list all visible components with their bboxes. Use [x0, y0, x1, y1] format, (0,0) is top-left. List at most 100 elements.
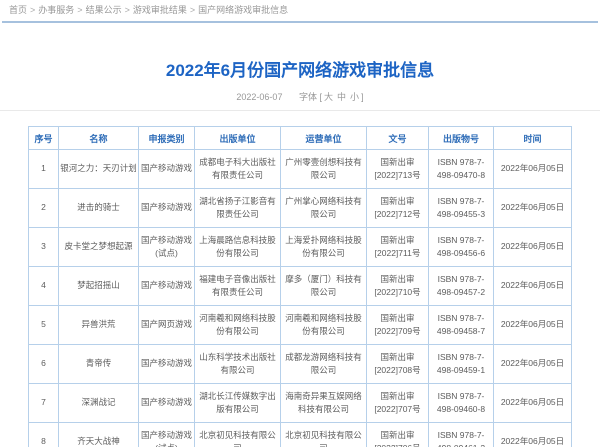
table-cell: 2022年06月05日 — [494, 306, 572, 345]
table-cell: 4 — [29, 267, 59, 306]
table-row: 5异兽洪荒国产网页游戏河南羲和网络科技股份有限公司河南羲和网络科技股份有限公司国… — [29, 306, 572, 345]
table-cell: 国新出审[2022]713号 — [367, 150, 429, 189]
table-cell: 国新出审[2022]706号 — [367, 423, 429, 447]
table-cell: 2022年06月05日 — [494, 228, 572, 267]
column-header: 名称 — [59, 127, 139, 150]
table-cell: 青帝传 — [59, 345, 139, 384]
table-cell: 湖北省扬子江影音有限责任公司 — [195, 189, 281, 228]
table-cell: ISBN 978-7-498-09456-6 — [429, 228, 494, 267]
table-row: 4梦起招摇山国产移动游戏福建电子音像出版社有限责任公司摩多（厦门）科技有限公司国… — [29, 267, 572, 306]
breadcrumb-divider-line — [2, 21, 598, 23]
font-size-label: 字体 — [299, 92, 317, 102]
table-cell: 国新出审[2022]712号 — [367, 189, 429, 228]
table-cell: 湖北长江传媒数字出版有限公司 — [195, 384, 281, 423]
column-header: 申报类别 — [139, 127, 195, 150]
table-cell: ISBN 978-7-498-09457-2 — [429, 267, 494, 306]
approval-table: 序号名称申报类别出版单位运营单位文号出版物号时间 1银河之力：天刃计划国产移动游… — [28, 126, 572, 447]
table-cell: 国新出审[2022]708号 — [367, 345, 429, 384]
font-size-option[interactable]: 大 — [324, 92, 333, 102]
font-size-links: 大中小 — [322, 92, 361, 102]
table-cell: 河南羲和网络科技股份有限公司 — [195, 306, 281, 345]
column-header: 出版物号 — [429, 127, 494, 150]
table-row: 8齐天大战神国产移动游戏(试点)北京初见科技有限公司北京初见科技有限公司国新出审… — [29, 423, 572, 447]
table-cell: 成都龙游网络科技有限公司 — [281, 345, 367, 384]
content-divider-line — [0, 110, 600, 111]
table-cell: 7 — [29, 384, 59, 423]
table-header-row: 序号名称申报类别出版单位运营单位文号出版物号时间 — [29, 127, 572, 150]
table-cell: 国产网页游戏 — [139, 306, 195, 345]
breadcrumb-item[interactable]: 办事服务 — [38, 5, 74, 15]
column-header: 时间 — [494, 127, 572, 150]
table-cell: 国新出审[2022]711号 — [367, 228, 429, 267]
table-cell: 2 — [29, 189, 59, 228]
font-size-switcher: 字体 [大中小] — [299, 92, 364, 102]
table-row: 1银河之力：天刃计划国产移动游戏成都电子科大出版社有限责任公司广州零壹创想科技有… — [29, 150, 572, 189]
column-header: 序号 — [29, 127, 59, 150]
column-header: 文号 — [367, 127, 429, 150]
table-cell: 3 — [29, 228, 59, 267]
table-row: 7深渊战记国产移动游戏湖北长江传媒数字出版有限公司海南奇异果互娱网络科技有限公司… — [29, 384, 572, 423]
table-body: 1银河之力：天刃计划国产移动游戏成都电子科大出版社有限责任公司广州零壹创想科技有… — [29, 150, 572, 447]
table-cell: 2022年06月05日 — [494, 267, 572, 306]
table-cell: 成都电子科大出版社有限责任公司 — [195, 150, 281, 189]
table-row: 3皮卡堂之梦想起源国产移动游戏(试点)上海晨路信息科技股份有限公司上海爱扑网络科… — [29, 228, 572, 267]
table-cell: 8 — [29, 423, 59, 447]
table-cell: 国新出审[2022]709号 — [367, 306, 429, 345]
column-header: 运营单位 — [281, 127, 367, 150]
table-cell: ISBN 978-7-498-09470-8 — [429, 150, 494, 189]
table-cell: 齐天大战神 — [59, 423, 139, 447]
table-cell: 深渊战记 — [59, 384, 139, 423]
table-cell: 广州掌心网络科技有限公司 — [281, 189, 367, 228]
table-cell: 国产移动游戏 — [139, 150, 195, 189]
font-size-bracket-close: ] — [361, 92, 364, 102]
table-cell: ISBN 978-7-498-09459-1 — [429, 345, 494, 384]
table-cell: ISBN 978-7-498-09461-2 — [429, 423, 494, 447]
table-cell: 北京初见科技有限公司 — [195, 423, 281, 447]
table-cell: 5 — [29, 306, 59, 345]
table-cell: 银河之力：天刃计划 — [59, 150, 139, 189]
table-cell: 国产移动游戏 — [139, 189, 195, 228]
table-cell: 海南奇异果互娱网络科技有限公司 — [281, 384, 367, 423]
table-cell: 国新出审[2022]710号 — [367, 267, 429, 306]
table-cell: 上海爱扑网络科技股份有限公司 — [281, 228, 367, 267]
table-cell: 上海晨路信息科技股份有限公司 — [195, 228, 281, 267]
publish-date: 2022-06-07 — [236, 92, 282, 102]
page-title: 2022年6月份国产网络游戏审批信息 — [0, 60, 600, 81]
table-cell: 2022年06月05日 — [494, 345, 572, 384]
table-cell: 河南羲和网络科技股份有限公司 — [281, 306, 367, 345]
breadcrumb-item[interactable]: 首页 — [9, 5, 27, 15]
table-cell: 6 — [29, 345, 59, 384]
table-cell: ISBN 978-7-498-09458-7 — [429, 306, 494, 345]
breadcrumb-separator: > — [190, 5, 195, 15]
table-cell: 国产移动游戏(试点) — [139, 423, 195, 447]
table-cell: ISBN 978-7-498-09455-3 — [429, 189, 494, 228]
breadcrumb-item[interactable]: 国产网络游戏审批信息 — [198, 5, 288, 15]
table-cell: 进击的骑士 — [59, 189, 139, 228]
table-cell: 国产移动游戏 — [139, 384, 195, 423]
table-cell: 北京初见科技有限公司 — [281, 423, 367, 447]
breadcrumb: 首页>办事服务>结果公示>游戏审批结果>国产网络游戏审批信息 — [0, 0, 600, 21]
table-cell: 国新出审[2022]707号 — [367, 384, 429, 423]
table-cell: 异兽洪荒 — [59, 306, 139, 345]
breadcrumb-item[interactable]: 游戏审批结果 — [133, 5, 187, 15]
table-cell: 皮卡堂之梦想起源 — [59, 228, 139, 267]
table-row: 2进击的骑士国产移动游戏湖北省扬子江影音有限责任公司广州掌心网络科技有限公司国新… — [29, 189, 572, 228]
breadcrumb-separator: > — [125, 5, 130, 15]
breadcrumb-item[interactable]: 结果公示 — [86, 5, 122, 15]
table-row: 6青帝传国产移动游戏山东科学技术出版社有限公司成都龙游网络科技有限公司国新出审[… — [29, 345, 572, 384]
table-cell: 广州零壹创想科技有限公司 — [281, 150, 367, 189]
table-cell: 2022年06月05日 — [494, 150, 572, 189]
table-cell: 2022年06月05日 — [494, 189, 572, 228]
table-cell: 国产移动游戏 — [139, 267, 195, 306]
table-cell: 山东科学技术出版社有限公司 — [195, 345, 281, 384]
table-cell: 福建电子音像出版社有限责任公司 — [195, 267, 281, 306]
table-cell: 2022年06月05日 — [494, 423, 572, 447]
table-cell: ISBN 978-7-498-09460-8 — [429, 384, 494, 423]
breadcrumb-separator: > — [77, 5, 82, 15]
table-cell: 2022年06月05日 — [494, 384, 572, 423]
font-size-option[interactable]: 小 — [350, 92, 359, 102]
table-cell: 国产移动游戏(试点) — [139, 228, 195, 267]
table-cell: 国产移动游戏 — [139, 345, 195, 384]
font-size-option[interactable]: 中 — [337, 92, 346, 102]
breadcrumb-separator: > — [30, 5, 35, 15]
